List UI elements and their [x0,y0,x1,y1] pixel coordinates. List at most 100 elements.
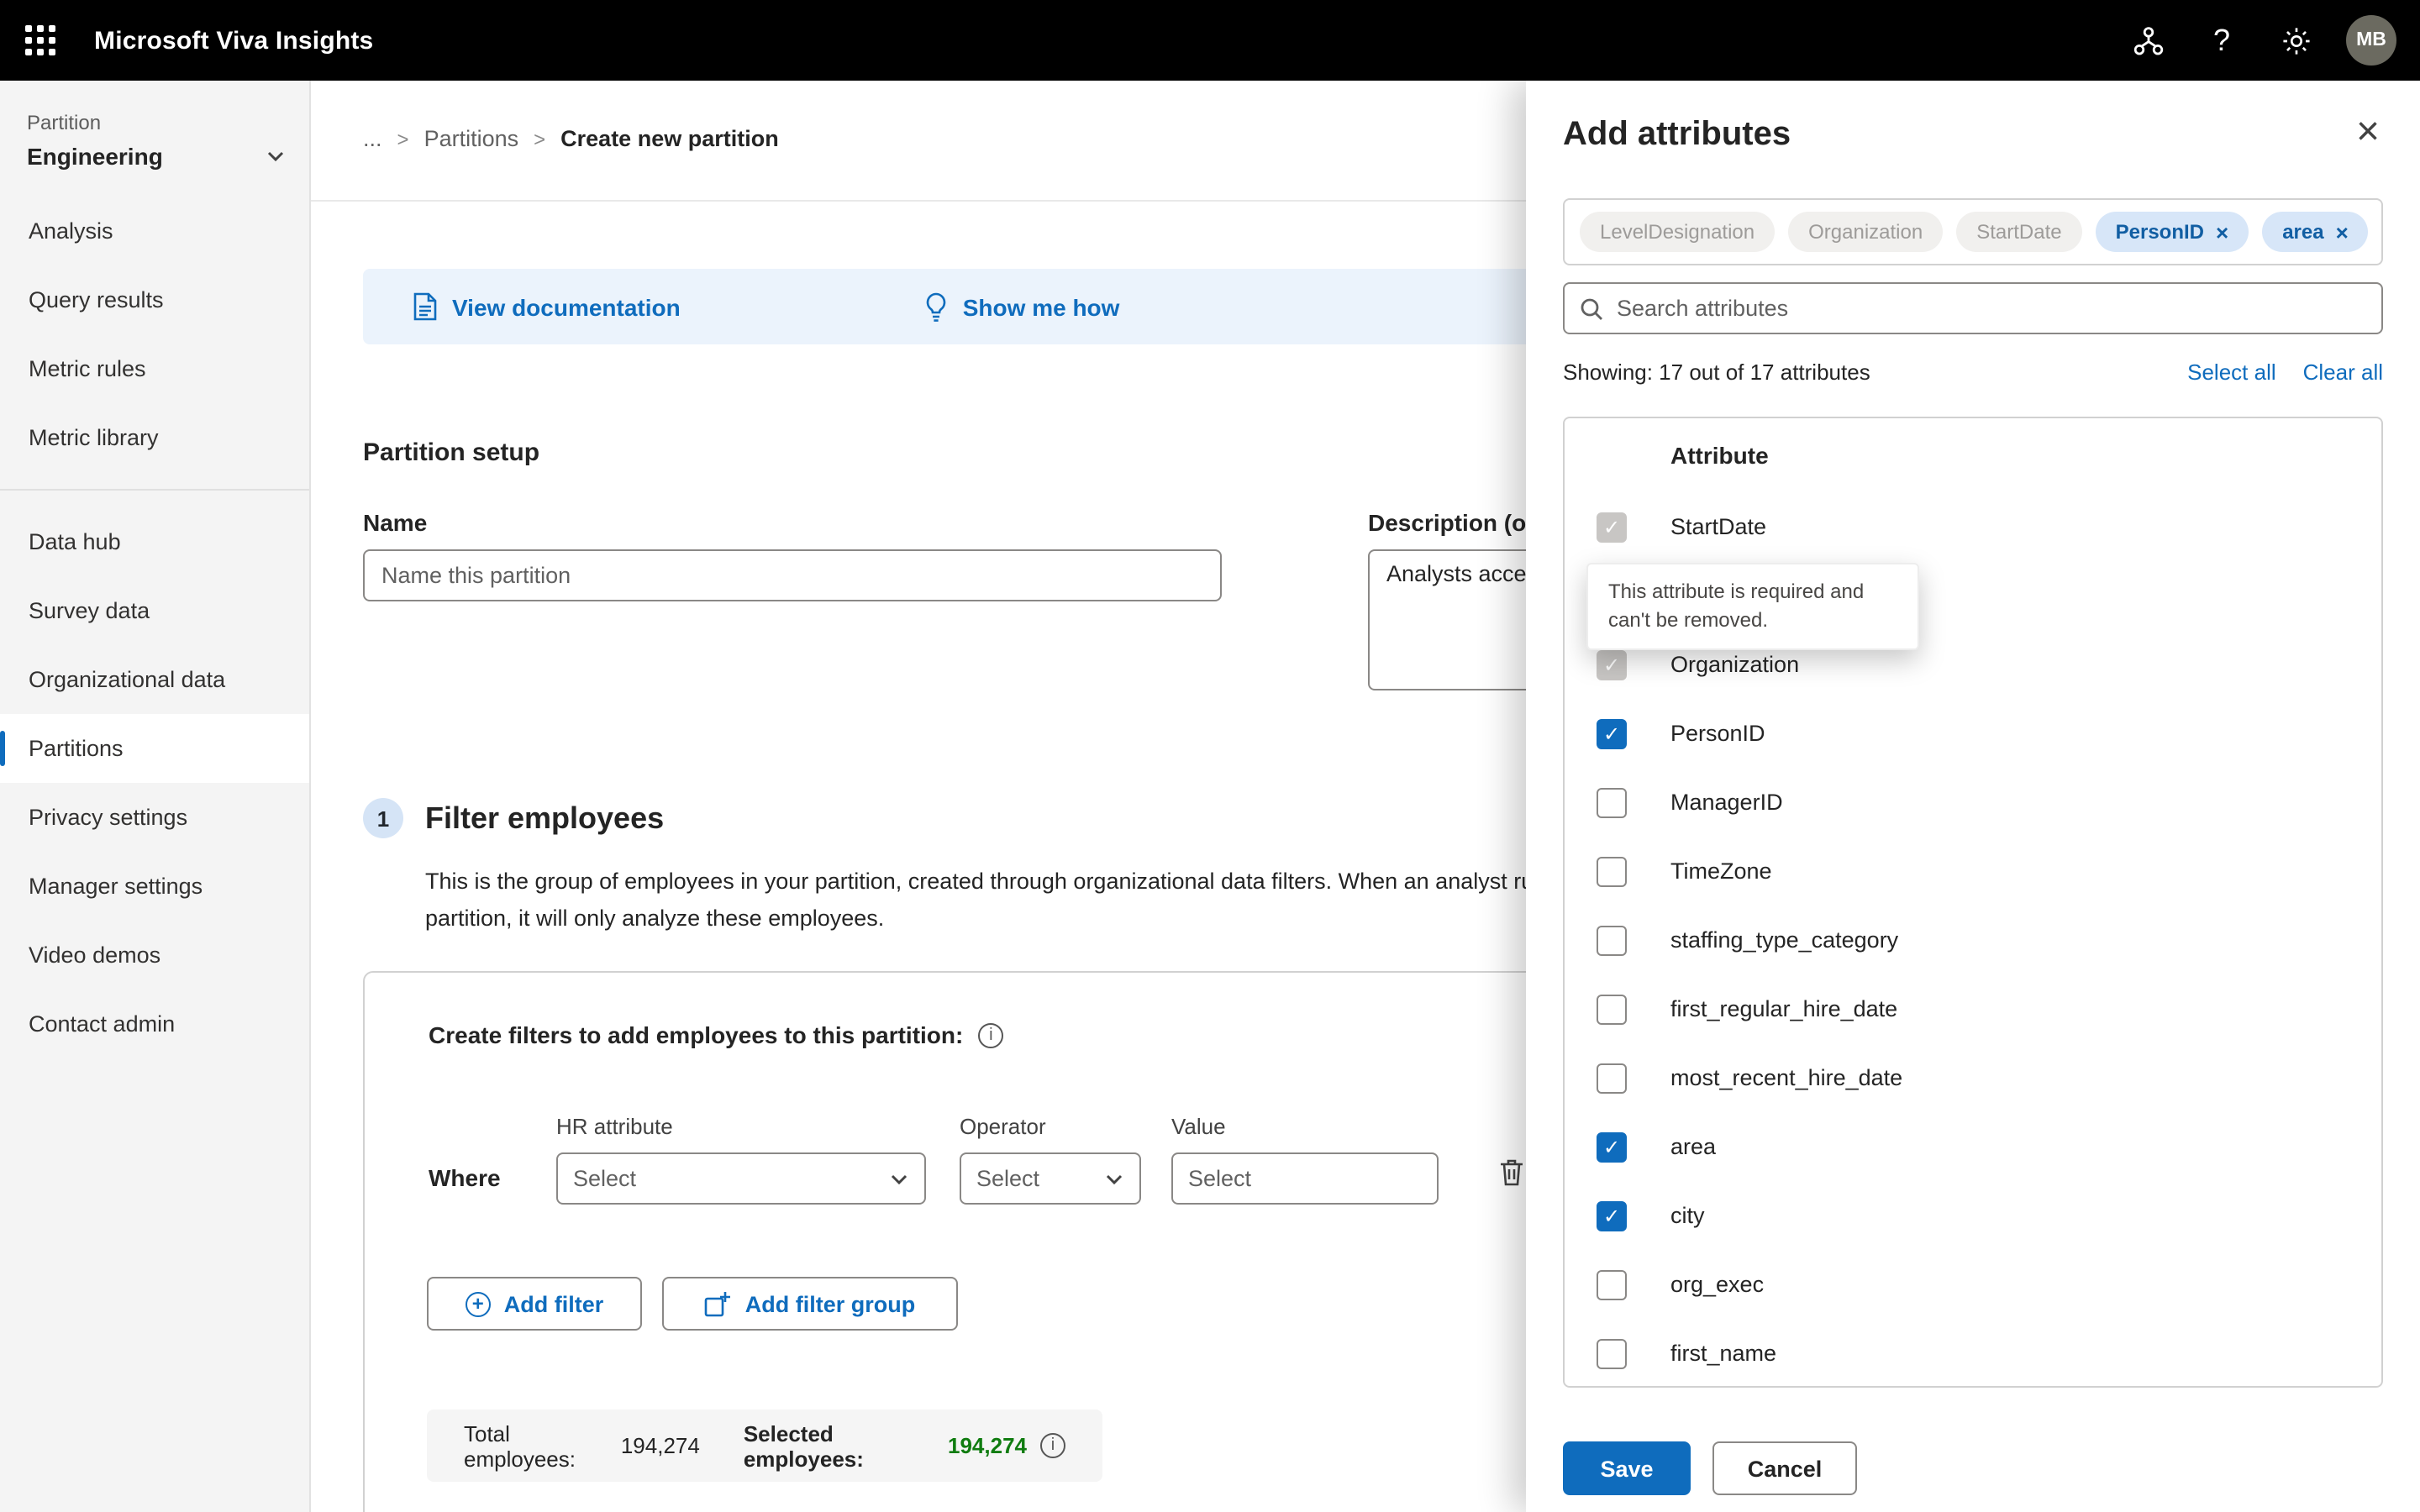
attribute-list: Attribute StartDate Organization PersonI… [1563,417,2383,1388]
breadcrumb-separator-icon: > [534,127,545,150]
sidebar-divider [0,489,309,491]
clear-all-link[interactable]: Clear all [2303,360,2383,385]
operator-select[interactable]: Select [960,1152,1141,1205]
info-icon[interactable]: i [978,1022,1003,1047]
employee-totals-bar: Total employees: 194,274 Selected employ… [427,1410,1102,1482]
select-all-link[interactable]: Select all [2187,360,2276,385]
operator-column-label: Operator [960,1114,1046,1139]
view-documentation-link[interactable]: View documentation [413,292,681,321]
attribute-label: PersonID [1670,721,1765,746]
add-filter-group-label: Add filter group [745,1291,916,1316]
attribute-row-staffing-type-category[interactable]: staffing_type_category [1565,906,2381,974]
settings-gear-icon[interactable] [2265,10,2326,71]
search-input[interactable] [1617,296,2366,321]
attribute-label: Organization [1670,652,1799,677]
sidebar-item-video-demos[interactable]: Video demos [0,921,309,990]
checkbox-most-recent-hire-date[interactable] [1597,1063,1627,1093]
checkbox-area[interactable] [1597,1131,1627,1162]
checkbox-first-regular-hire-date[interactable] [1597,994,1627,1024]
sidebar-item-analysis[interactable]: Analysis [0,197,309,265]
checkbox-first-name[interactable] [1597,1338,1627,1368]
chip-remove-icon[interactable]: × [2336,221,2349,243]
chip-remove-icon[interactable]: × [2216,221,2228,243]
attribute-label: StartDate [1670,514,1766,539]
close-icon[interactable]: × [2339,104,2396,161]
attribute-row-org-exec[interactable]: org_exec [1565,1250,2381,1319]
sidebar-item-partitions[interactable]: Partitions [0,714,309,783]
partition-name-input[interactable] [363,549,1222,601]
delete-filter-row-icon[interactable] [1499,1158,1524,1186]
showing-count-text: Showing: 17 out of 17 attributes [1563,360,1870,385]
topbar-actions: ? MB [2118,10,2420,71]
help-icon[interactable]: ? [2191,10,2252,71]
sidebar-item-privacy-settings[interactable]: Privacy settings [0,783,309,852]
total-employees-value: 194,274 [621,1433,700,1458]
checkbox-city[interactable] [1597,1200,1627,1231]
hr-attribute-column-label: HR attribute [556,1114,673,1139]
attribute-row-area[interactable]: area [1565,1112,2381,1181]
save-button[interactable]: Save [1563,1441,1691,1495]
checkbox-org-exec[interactable] [1597,1269,1627,1299]
attribute-chip-personid[interactable]: PersonID × [2096,212,2249,252]
filter-employees-step: 1 Filter employees [363,798,664,838]
avatar[interactable]: MB [2346,15,2396,66]
value-input[interactable]: Select [1171,1152,1439,1205]
operator-select-value: Select [976,1166,1039,1191]
name-label: Name [363,509,427,536]
selected-employees-value: 194,274 [948,1433,1027,1458]
checkbox-managerid[interactable] [1597,787,1627,817]
selected-employees-label: Selected employees: [744,1420,939,1471]
document-icon [413,292,437,321]
attribute-row-first-name[interactable]: first_name [1565,1319,2381,1388]
attribute-row-first-regular-hire-date[interactable]: first_regular_hire_date [1565,974,2381,1043]
attribute-label: staffing_type_category [1670,927,1898,953]
attribute-row-timezone[interactable]: TimeZone [1565,837,2381,906]
checkbox-startdate [1597,512,1627,542]
org-chart-icon[interactable] [2118,10,2178,71]
checkbox-timezone[interactable] [1597,856,1627,886]
value-column-label: Value [1171,1114,1226,1139]
sidebar-item-survey-data[interactable]: Survey data [0,576,309,645]
sidebar-item-contact-admin[interactable]: Contact admin [0,990,309,1058]
add-filter-group-button[interactable]: Add filter group [662,1277,958,1331]
cancel-button[interactable]: Cancel [1712,1441,1857,1495]
hr-attribute-select[interactable]: Select [556,1152,926,1205]
filter-employees-heading: Filter employees [425,801,664,836]
checkbox-personid[interactable] [1597,718,1627,748]
show-me-how-link[interactable]: Show me how [924,291,1120,322]
breadcrumb-partitions[interactable]: Partitions [424,126,519,151]
search-icon [1580,297,1603,320]
attribute-chip-organization: Organization [1788,212,1943,252]
attribute-row-managerid[interactable]: ManagerID [1565,768,2381,837]
attribute-row-personid[interactable]: PersonID [1565,699,2381,768]
partition-selector-value: Engineering [27,143,163,170]
panel-title: Add attributes [1563,116,1791,155]
sidebar-item-manager-settings[interactable]: Manager settings [0,852,309,921]
attribute-label: TimeZone [1670,858,1772,884]
attribute-chip-area[interactable]: area × [2262,212,2369,252]
sidebar-item-data-hub[interactable]: Data hub [0,507,309,576]
chevron-down-icon [889,1172,909,1185]
sidebar-item-organizational-data[interactable]: Organizational data [0,645,309,714]
where-label: Where [429,1164,501,1191]
selected-attributes-field[interactable]: LevelDesignation Organization StartDate … [1563,198,2383,265]
breadcrumb-overflow[interactable]: ... [363,126,382,151]
info-icon[interactable]: i [1040,1433,1065,1458]
checkbox-staffing-type-category[interactable] [1597,925,1627,955]
filter-card-title: Create filters to add employees to this … [429,1021,963,1048]
attribute-row-most-recent-hire-date[interactable]: most_recent_hire_date [1565,1043,2381,1112]
sidebar-item-metric-rules[interactable]: Metric rules [0,334,309,403]
waffle-grid-icon [25,25,55,55]
attribute-chip-leveldesignation: LevelDesignation [1580,212,1775,252]
attribute-label: city [1670,1203,1705,1228]
add-filter-button[interactable]: + Add filter [427,1277,642,1331]
partition-selector[interactable]: Engineering [27,143,286,170]
app-launcher-icon[interactable] [0,0,81,81]
sidebar-item-metric-library[interactable]: Metric library [0,403,309,472]
attribute-row-city[interactable]: city [1565,1181,2381,1250]
breadcrumb-current-page: Create new partition [560,126,779,151]
sidebar-item-query-results[interactable]: Query results [0,265,309,334]
attribute-label: most_recent_hire_date [1670,1065,1902,1090]
checkbox-organization [1597,649,1627,680]
add-attributes-panel: Add attributes × LevelDesignation Organi… [1526,81,2420,1512]
